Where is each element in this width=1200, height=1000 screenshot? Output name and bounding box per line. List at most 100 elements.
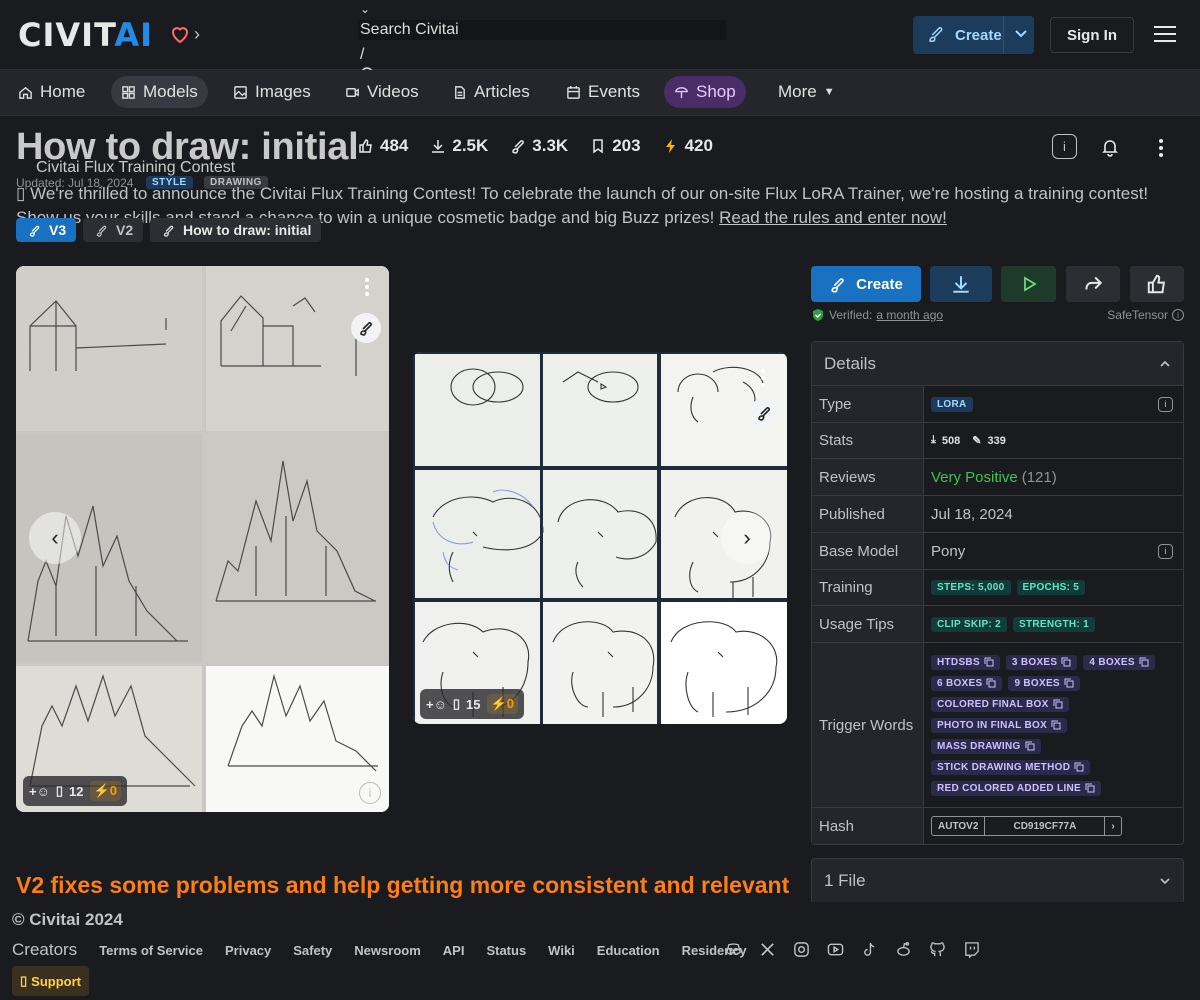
tiktok-icon[interactable]	[860, 940, 878, 958]
footer-link-wiki[interactable]: Wiki	[548, 943, 575, 958]
gallery-image-castle[interactable]: ‹ +☺ ▯ 12 ⚡0 i	[16, 266, 389, 812]
details-header[interactable]: Details	[812, 342, 1183, 386]
twitch-icon[interactable]	[962, 940, 980, 958]
info-icon[interactable]: i	[1158, 543, 1173, 559]
version-label: V2	[116, 222, 134, 238]
trigger-word[interactable]: RED COLORED ADDED LINE	[931, 780, 1102, 796]
trigger-word[interactable]: 4 BOXES	[1083, 654, 1155, 670]
version-v2-button[interactable]: V2	[83, 218, 144, 242]
row-value: ⤓ 508 ✎ 339	[924, 423, 1183, 458]
footer-link-safety[interactable]: Safety	[293, 943, 332, 958]
version-v3-button[interactable]: V3	[16, 218, 77, 242]
nav-shop[interactable]: Shop	[664, 76, 746, 108]
buzz-stat[interactable]: 420	[663, 136, 713, 156]
row-value[interactable]: Very Positive (121)	[924, 459, 1183, 495]
row-label: Base Model	[812, 533, 924, 569]
hash-box[interactable]: AUTOV2 CD919CF77A ›	[931, 816, 1122, 836]
download-button[interactable]	[930, 266, 992, 302]
footer-link-privacy[interactable]: Privacy	[225, 943, 271, 958]
support-button[interactable]: ▯ Support	[12, 966, 89, 996]
nav-images[interactable]: Images	[223, 76, 321, 108]
sign-in-button[interactable]: Sign In	[1050, 17, 1134, 53]
footer-link-education[interactable]: Education	[597, 943, 660, 958]
nav-videos[interactable]: Videos	[335, 76, 429, 108]
nav-articles[interactable]: Articles	[442, 76, 540, 108]
verified-time-link[interactable]: a month ago	[876, 308, 943, 322]
github-icon[interactable]	[928, 940, 946, 958]
search-input[interactable]	[358, 20, 726, 40]
hash-type[interactable]: AUTOV2	[932, 817, 986, 835]
nav-events[interactable]: Events	[556, 76, 650, 108]
chevron-right-icon[interactable]: ›	[194, 24, 200, 45]
like-button[interactable]	[1130, 266, 1184, 302]
trigger-word[interactable]: PHOTO IN FINAL BOX	[931, 717, 1068, 733]
footer-link-status[interactable]: Status	[486, 943, 526, 958]
play-button[interactable]	[1001, 266, 1056, 302]
comment-count: 15	[466, 696, 481, 712]
discord-icon[interactable]	[724, 940, 742, 958]
info-icon[interactable]: i	[1172, 309, 1184, 321]
review-rating: Very Positive	[931, 468, 1018, 486]
remix-brush-icon[interactable]	[749, 398, 779, 428]
add-reaction-icon[interactable]: +☺	[426, 697, 447, 712]
trigger-word[interactable]: HTDSBS	[931, 654, 1000, 670]
likes-stat[interactable]: 484	[358, 136, 408, 156]
format-label: SafeTensor	[1107, 308, 1168, 322]
footer-links: Creators Terms of Service Privacy Safety…	[12, 940, 747, 960]
create-with-model-button[interactable]: Create	[811, 266, 921, 302]
chevron-right-icon[interactable]: ›	[721, 512, 773, 564]
youtube-icon[interactable]	[826, 940, 844, 958]
info-icon[interactable]: i	[1158, 396, 1173, 412]
footer-link-api[interactable]: API	[443, 943, 465, 958]
generation-count: 339	[987, 434, 1006, 447]
share-button[interactable]	[1066, 266, 1120, 302]
trigger-word[interactable]: 6 BOXES	[931, 675, 1003, 691]
add-reaction-icon[interactable]: +☺	[29, 784, 50, 799]
trigger-word[interactable]: 9 BOXES	[1008, 675, 1080, 691]
row-value: Jul 18, 2024	[931, 505, 1013, 523]
more-vertical-icon[interactable]	[355, 274, 379, 300]
nav-home[interactable]: Home	[8, 76, 95, 108]
details-row-training: Training STEPS: 5,000 EPOCHS: 5	[812, 570, 1183, 606]
logo-accent: AI	[114, 16, 154, 54]
menu-icon[interactable]	[1154, 26, 1176, 44]
heart-icon[interactable]	[168, 22, 192, 46]
bookmarks-stat[interactable]: 203	[590, 136, 641, 156]
create-button[interactable]: Create	[913, 16, 1034, 54]
details-row-trigger-words: Trigger Words HTDSBS 3 BOXES 4 BOXES 6 B…	[812, 643, 1183, 808]
x-twitter-icon[interactable]	[758, 940, 776, 958]
info-icon[interactable]: i	[359, 782, 381, 804]
footer-link-newsroom[interactable]: Newsroom	[354, 943, 420, 958]
hash-value[interactable]: CD919CF77A	[985, 817, 1106, 835]
chevron-right-icon[interactable]: ›	[1105, 817, 1120, 835]
trigger-word[interactable]: STICK DRAWING METHOD	[931, 759, 1091, 775]
trigger-word[interactable]: MASS DRAWING	[931, 738, 1041, 754]
more-vertical-icon[interactable]	[1158, 138, 1164, 158]
footer-link-terms[interactable]: Terms of Service	[99, 943, 203, 958]
nav-models[interactable]: Models	[111, 76, 208, 108]
contest-rules-link[interactable]: Read the rules and enter now!	[719, 208, 947, 227]
info-icon[interactable]: i	[1052, 134, 1077, 159]
bell-plus-icon[interactable]	[1100, 137, 1120, 157]
more-vertical-icon[interactable]	[757, 366, 769, 390]
files-accordion[interactable]: 1 File	[811, 858, 1184, 904]
buzz-tip-button[interactable]: ⚡0	[486, 694, 518, 714]
comment-icon[interactable]: ▯	[56, 783, 63, 799]
comment-icon[interactable]: ▯	[453, 696, 460, 712]
gallery-image-elephant[interactable]: › +☺ ▯ 15 ⚡0	[413, 352, 787, 724]
trigger-word[interactable]: COLORED FINAL BOX	[931, 696, 1069, 712]
chevron-down-icon[interactable]	[1013, 24, 1029, 44]
version-initial-button[interactable]: How to draw: initial	[150, 218, 322, 242]
buzz-tip-button[interactable]: ⚡0	[89, 781, 121, 801]
trigger-word[interactable]: 3 BOXES	[1005, 654, 1078, 670]
chevron-left-icon[interactable]: ‹	[29, 512, 81, 564]
chevron-down-icon[interactable]: ⌄	[360, 2, 370, 16]
remix-brush-icon[interactable]	[351, 313, 381, 343]
civitai-logo[interactable]: CIVITAI	[18, 18, 153, 52]
epochs-badge: EPOCHS: 5	[1016, 580, 1086, 595]
nav-more[interactable]: More ▼	[768, 76, 845, 108]
reddit-icon[interactable]	[894, 940, 912, 958]
row-label: Stats	[812, 423, 924, 458]
instagram-icon[interactable]	[792, 940, 810, 958]
footer-link-creators[interactable]: Creators	[12, 940, 77, 960]
